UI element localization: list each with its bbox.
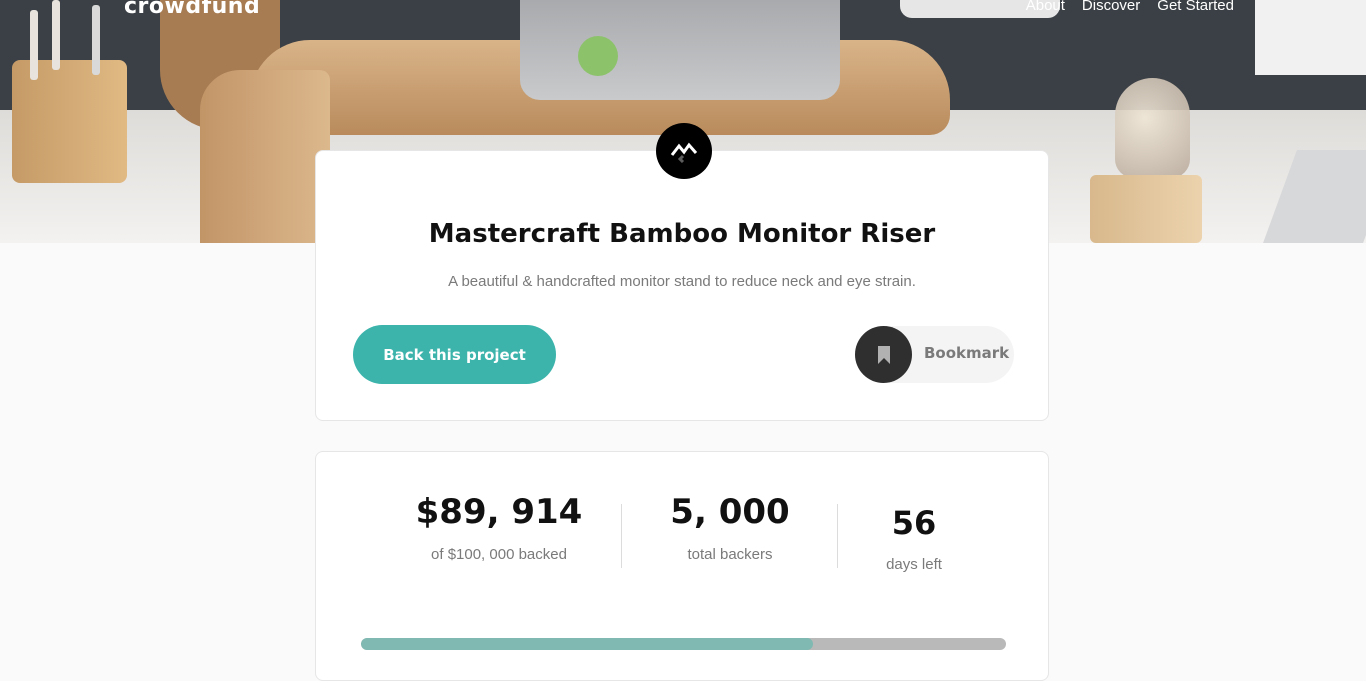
project-description: A beautiful & handcrafted monitor stand …: [448, 273, 916, 290]
nav-get-started[interactable]: Get Started: [1157, 0, 1234, 14]
bookmark-button[interactable]: Bookmark: [855, 326, 1014, 383]
pencil-cup-decoration: [12, 0, 127, 183]
funding-progress-bar: [361, 638, 1006, 650]
stat-backed: $89, 914 of $100, 000 backed: [414, 492, 584, 563]
back-project-button[interactable]: Back this project: [353, 325, 556, 384]
site-logo[interactable]: crowdfund: [124, 0, 260, 19]
days-left-label: days left: [886, 556, 942, 573]
project-title: Mastercraft Bamboo Monitor Riser: [428, 219, 936, 249]
main-nav: About Discover Get Started: [1026, 0, 1234, 14]
funding-progress-fill: [361, 638, 813, 650]
monitor-stand-decoration: [520, 0, 840, 100]
nav-about[interactable]: About: [1026, 0, 1065, 14]
figurine-decoration: [578, 36, 618, 76]
nav-discover[interactable]: Discover: [1082, 0, 1140, 14]
days-left-count: 56: [891, 504, 937, 542]
stat-backers: 5, 000 total backers: [645, 492, 815, 563]
backed-amount: $89, 914: [415, 492, 583, 532]
bookmark-icon: [855, 326, 912, 383]
stat-days-left: 56 days left: [829, 504, 999, 573]
bookmark-label: Bookmark: [924, 344, 1010, 362]
backers-label: total backers: [687, 546, 773, 563]
lamp-base-decoration: [1090, 175, 1202, 243]
mastercraft-logo-icon: [656, 123, 712, 179]
backers-count: 5, 000: [670, 492, 790, 532]
lamp-bulb-decoration: [1115, 78, 1190, 178]
backed-label: of $100, 000 backed: [431, 546, 567, 563]
stat-divider: [621, 504, 622, 568]
project-stats-card: $89, 914 of $100, 000 backed 5, 000 tota…: [315, 451, 1049, 681]
project-intro-card: Mastercraft Bamboo Monitor Riser A beaut…: [315, 123, 1049, 421]
